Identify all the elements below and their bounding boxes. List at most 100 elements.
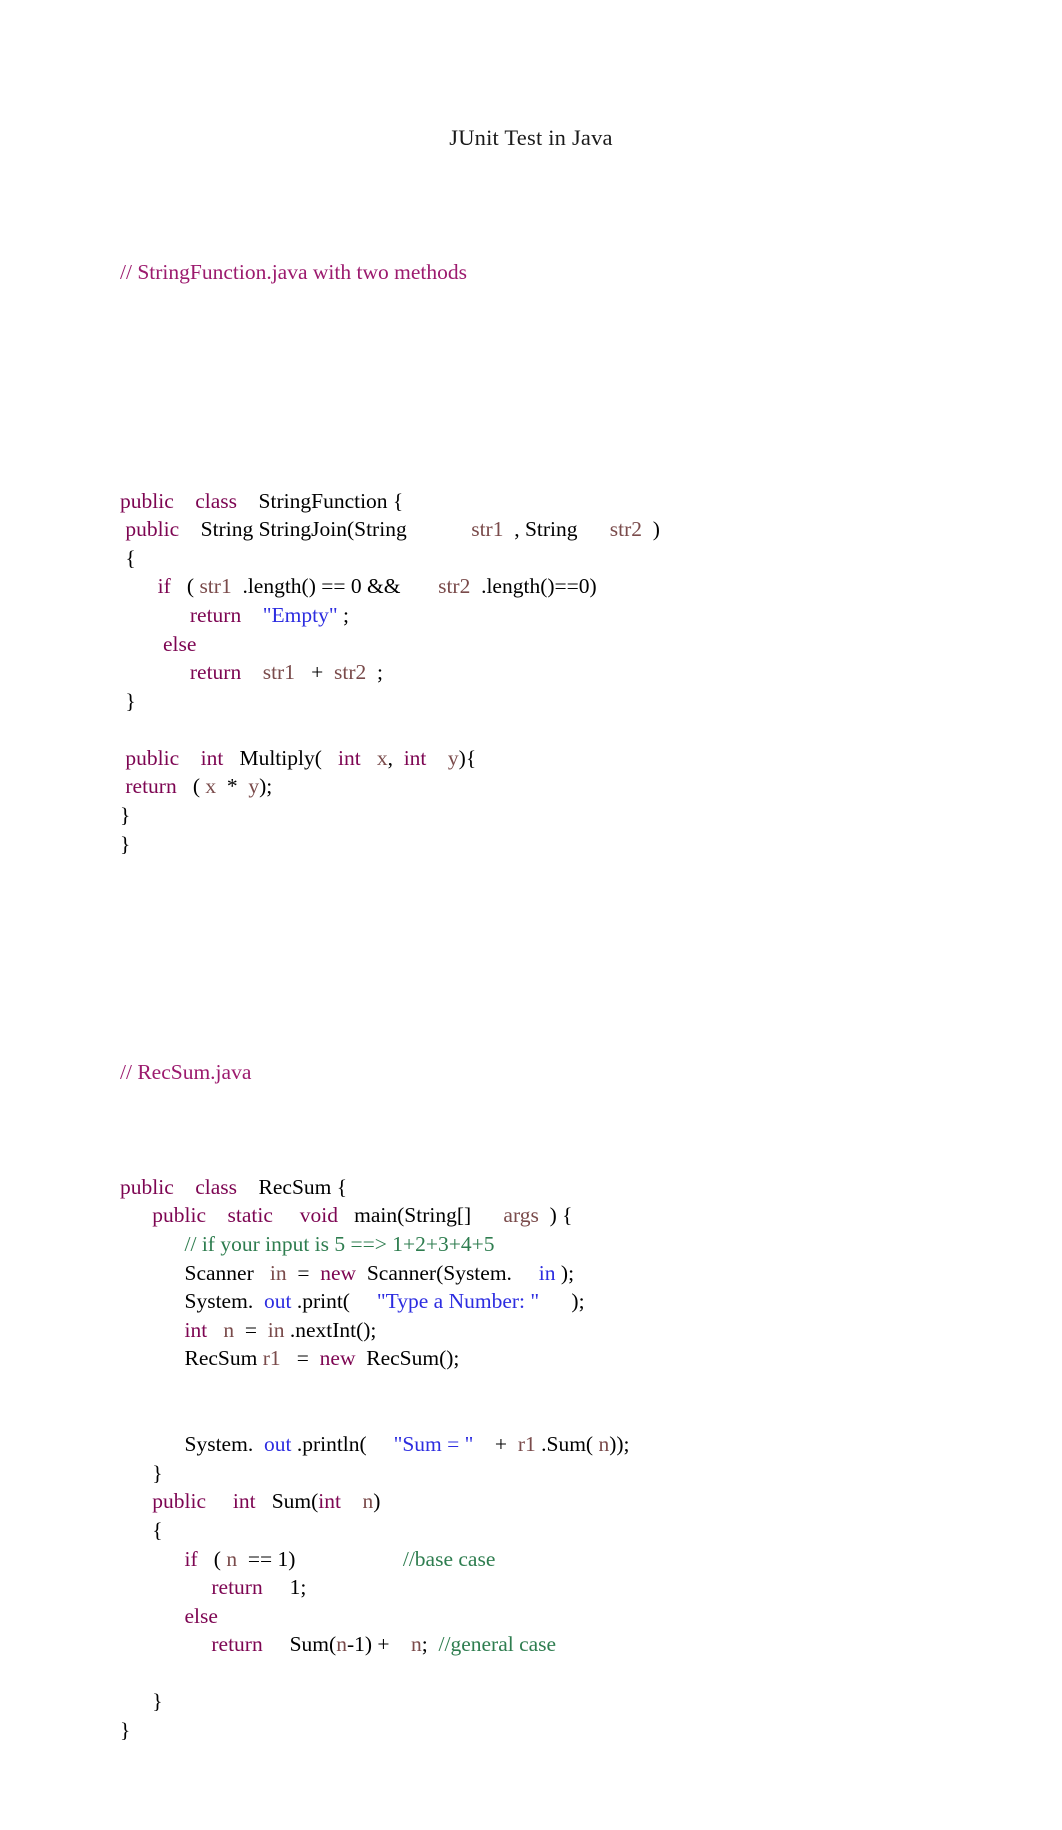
code-token: ; (421, 1632, 439, 1657)
code-token: )); (609, 1432, 630, 1457)
code-token: return (211, 1575, 263, 1600)
code-token: .length()==0) (470, 574, 597, 599)
l1-if: if ( str1 .length() == 0 && str2 .length… (120, 572, 1020, 601)
code-token: "Sum = " (393, 1432, 474, 1457)
code-token: ) (642, 517, 660, 542)
code-token: = (280, 1346, 320, 1371)
code-token: ( (197, 1546, 227, 1571)
code-token: = (234, 1317, 268, 1342)
code-token: if (184, 1546, 198, 1571)
code-token: class (195, 488, 238, 513)
l2-close-main: } (120, 1459, 1020, 1488)
code-token: ); (259, 774, 273, 799)
code-token: n (336, 1632, 347, 1657)
l1-close-method: } (120, 687, 1020, 716)
code-token: .print( (291, 1289, 377, 1314)
code-token: void (299, 1203, 338, 1228)
code-token: ( (170, 574, 200, 599)
code-token: Scanner (184, 1260, 254, 1285)
l2-close-class: } (120, 1716, 1020, 1745)
code-token: str1 (262, 660, 295, 685)
l2-comment-input: // if your input is 5 ==> 1+2+3+4+5 (120, 1230, 1020, 1259)
code-token: in (267, 1317, 285, 1342)
l2-main-sig: public static void main(String[] args ) … (120, 1201, 1020, 1230)
l2-if-base: if ( n == 1) //base case (120, 1545, 1020, 1574)
l1-class-decl: public class StringFunction { (120, 487, 1020, 516)
l2-println: System. out .println( "Sum = " + r1 .Sum… (120, 1430, 1020, 1459)
code-token: == 1) (237, 1546, 296, 1571)
code-token: str2 (609, 517, 643, 542)
code-token: public (125, 517, 180, 542)
code-token: int (232, 1489, 256, 1514)
code-token: return (189, 660, 242, 685)
code-token: int (318, 1489, 341, 1514)
l1-return-empty: return "Empty" ; (120, 601, 1020, 630)
code-token: args (503, 1203, 539, 1228)
code-token: n (598, 1432, 610, 1457)
code-token: } (120, 831, 131, 856)
code-token: y (447, 745, 459, 770)
code-token: x (205, 774, 217, 799)
code-token: RecSum(); (355, 1346, 460, 1371)
l2-close-sum: } (120, 1687, 1020, 1716)
code-token: int (338, 745, 361, 770)
code-token: = (286, 1260, 321, 1285)
code-token: } (120, 688, 136, 713)
code-token: ); (539, 1289, 585, 1314)
listing1-file-comment: // StringFunction.java with two methods (120, 259, 467, 284)
code-token: } (120, 1460, 163, 1485)
code-token: str1 (199, 574, 232, 599)
code-token: RecSum (184, 1346, 263, 1371)
code-token: "Type a Number: " (376, 1289, 540, 1314)
spacer-between-listings (120, 944, 1020, 973)
code-token: RecSum { (258, 1174, 348, 1199)
code-token: if (157, 574, 171, 599)
code-token: } (120, 803, 131, 828)
code-token: y (248, 774, 260, 799)
l1-close-class: } (120, 830, 1020, 859)
code-token: // if your input is 5 ==> 1+2+3+4+5 (184, 1231, 495, 1256)
l2-sum-sig: public int Sum(int n) (120, 1487, 1020, 1516)
l2-scanner: Scanner in = new Scanner(System. in ); (120, 1259, 1020, 1288)
code-token: Sum( (255, 1489, 319, 1514)
code-token: n (362, 1489, 374, 1514)
code-token: str2 (438, 574, 471, 599)
code-token: System. (184, 1289, 254, 1314)
l1-multiply-return: return ( x * y); (120, 772, 1020, 801)
l2-new-recsum: RecSum r1 = new RecSum(); (120, 1344, 1020, 1373)
l1-multiply-sig: public int Multiply( int x, int y){ (120, 744, 1020, 773)
code-token: ); (555, 1260, 575, 1285)
code-token: in (538, 1260, 556, 1285)
l2-blank-1 (120, 1373, 1020, 1402)
code-token: ) (373, 1489, 381, 1514)
code-token: + (473, 1432, 518, 1457)
code-token: main(String[] (337, 1203, 472, 1228)
code-token: static (227, 1203, 273, 1228)
code-token: public (125, 745, 180, 770)
code-token: } (120, 1718, 131, 1743)
